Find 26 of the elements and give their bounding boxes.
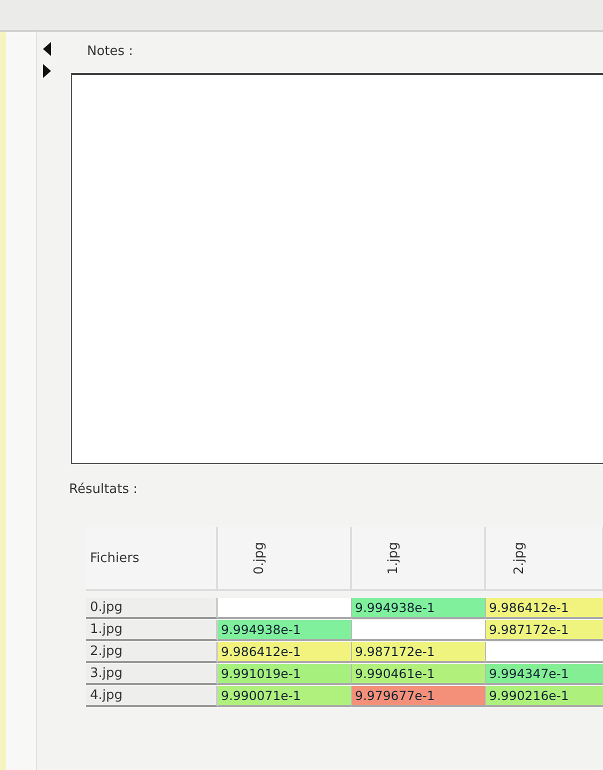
notes-field[interactable] [71, 73, 603, 464]
results-label: Résultats : [69, 482, 139, 497]
column-header[interactable]: 2.jpg [486, 527, 603, 591]
table-cell: 9.986412e-1 [218, 642, 352, 663]
expand-right-icon[interactable] [43, 64, 51, 78]
row-header[interactable]: 0.jpg [86, 598, 218, 619]
table-cell: 9.994938e-1 [352, 598, 486, 619]
column-header[interactable]: 0.jpg [218, 527, 352, 591]
table-cell: 9.994347e-1 [486, 664, 603, 685]
row-header[interactable]: 1.jpg [86, 620, 218, 641]
notes-label: Notes : [87, 44, 134, 59]
table-cell: 9.991019e-1 [218, 664, 352, 685]
table-cell: 9.990461e-1 [352, 664, 486, 685]
table-cell: 9.990071e-1 [218, 686, 352, 707]
table-cell: 9.987172e-1 [486, 620, 603, 641]
column-header[interactable]: 1.jpg [352, 527, 486, 591]
table-cell: 9.990216e-1 [486, 686, 603, 707]
collapse-left-icon[interactable] [43, 42, 51, 56]
row-header[interactable]: 4.jpg [86, 686, 218, 707]
table-cell: 9.986412e-1 [486, 598, 603, 619]
table-cell: 9.987172e-1 [352, 642, 486, 663]
table-cell: 9.994938e-1 [218, 620, 352, 641]
column-header: Fichiers [86, 527, 218, 591]
row-header[interactable]: 2.jpg [86, 642, 218, 663]
table-cell: 9.979677e-1 [352, 686, 486, 707]
row-header[interactable]: 3.jpg [86, 664, 218, 685]
